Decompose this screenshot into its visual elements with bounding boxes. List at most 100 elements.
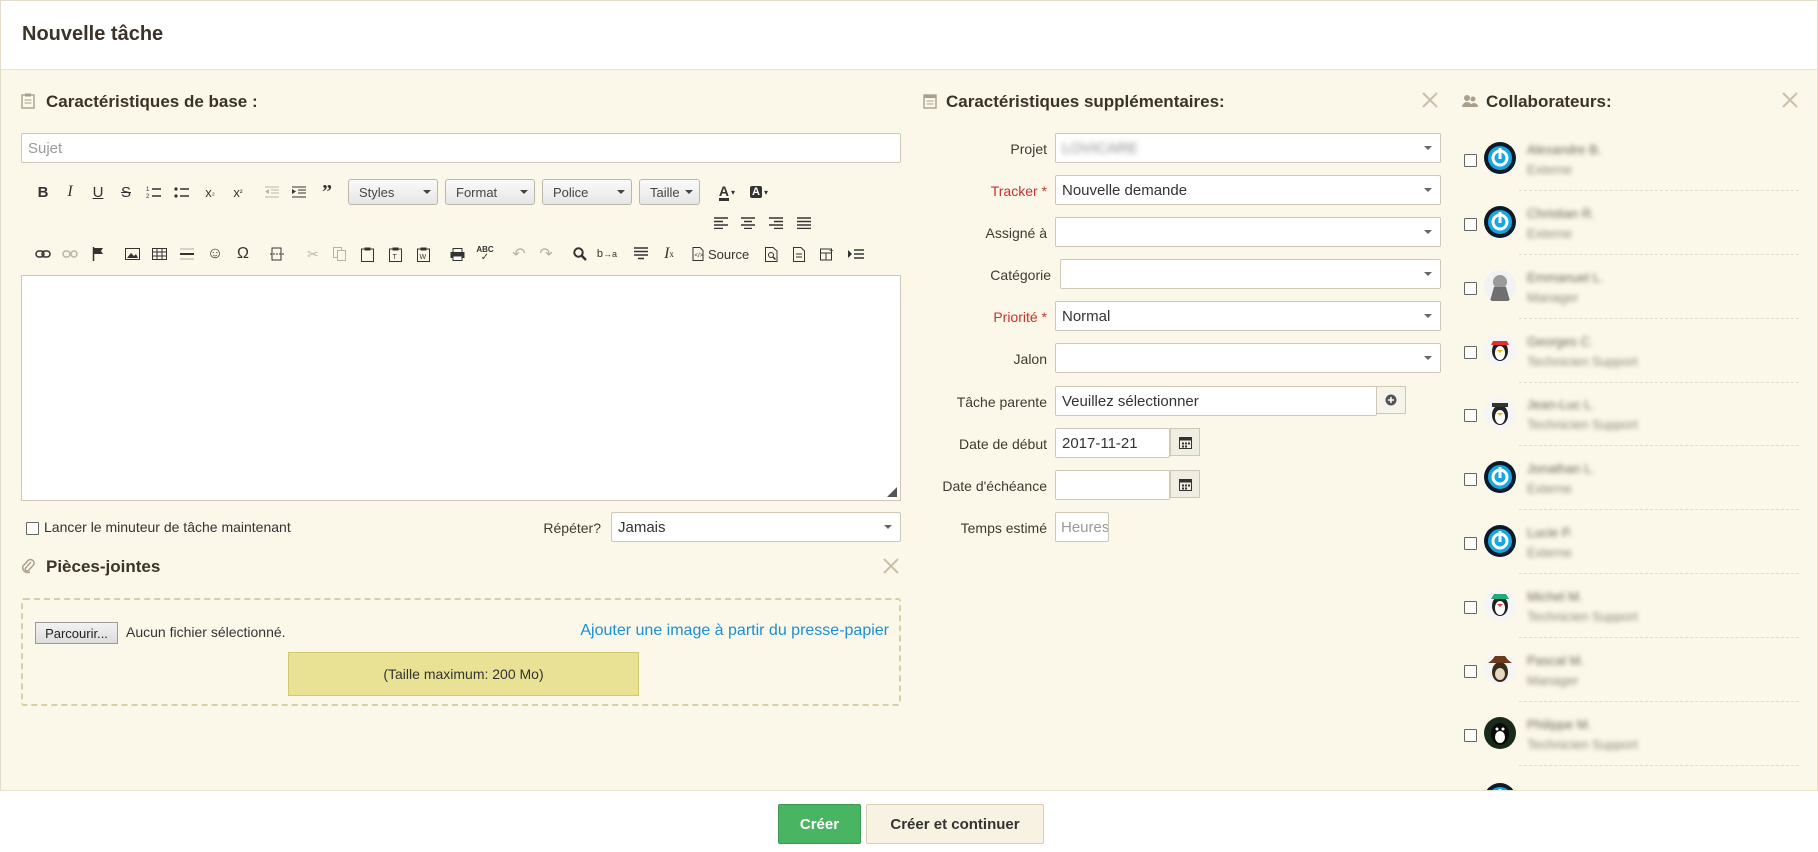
- font-combo[interactable]: Police: [542, 179, 632, 205]
- size-combo-label: Taille: [650, 184, 680, 200]
- document-icon[interactable]: [788, 243, 810, 265]
- collaborator-item[interactable]: Christian R. Externe: [1459, 192, 1799, 255]
- paste-word-icon[interactable]: W: [412, 243, 434, 265]
- additional-section-title: Caractéristiques supplémentaires:: [946, 92, 1225, 111]
- calendar-list-icon: [923, 94, 937, 109]
- size-combo[interactable]: Taille: [639, 179, 700, 205]
- estimate-input[interactable]: Heures: [1055, 512, 1109, 542]
- collaborator-item[interactable]: Philippe M. Technicien Support: [1459, 703, 1799, 766]
- underline-button[interactable]: U: [87, 181, 109, 203]
- calendar-icon: [1178, 436, 1192, 449]
- browse-button[interactable]: Parcourir...: [35, 622, 118, 644]
- subject-input[interactable]: Sujet: [21, 133, 901, 163]
- start-date-calendar-button[interactable]: [1170, 428, 1200, 456]
- horizontal-rule-icon[interactable]: [176, 243, 198, 265]
- collaborator-checkbox[interactable]: [1464, 729, 1477, 742]
- paste-icon[interactable]: [356, 243, 378, 265]
- collaborator-checkbox[interactable]: [1464, 218, 1477, 231]
- outdent-button[interactable]: [261, 181, 283, 203]
- resize-grip-icon[interactable]: [887, 487, 897, 497]
- blockquote-button[interactable]: ”: [316, 181, 338, 203]
- collaborator-checkbox[interactable]: [1464, 409, 1477, 422]
- superscript-button[interactable]: x²: [227, 181, 249, 203]
- preview-icon[interactable]: [760, 243, 782, 265]
- bold-button[interactable]: B: [32, 181, 54, 203]
- styles-combo[interactable]: Styles: [348, 179, 438, 205]
- assignee-select[interactable]: [1055, 217, 1441, 247]
- priority-select[interactable]: Normal: [1055, 301, 1441, 331]
- category-select[interactable]: [1060, 259, 1441, 289]
- italic-button[interactable]: I: [59, 181, 81, 203]
- collaborator-checkbox[interactable]: [1464, 154, 1477, 167]
- collaborator-checkbox[interactable]: [1464, 601, 1477, 614]
- close-icon[interactable]: [1781, 91, 1799, 109]
- due-date-input[interactable]: [1055, 470, 1170, 500]
- collaborator-item[interactable]: Lucie P. Externe: [1459, 511, 1799, 574]
- background-color-button[interactable]: A ▾: [746, 181, 772, 203]
- paste-text-icon[interactable]: T: [384, 243, 406, 265]
- project-select[interactable]: LOVICARE: [1055, 133, 1441, 163]
- anchor-flag-icon[interactable]: [87, 243, 109, 265]
- redo-icon[interactable]: ↷: [535, 243, 557, 265]
- start-date-input[interactable]: 2017-11-21: [1055, 428, 1170, 458]
- link-icon[interactable]: [32, 243, 54, 265]
- collaborator-item[interactable]: Alexandre B. Externe: [1459, 128, 1799, 191]
- numbered-list-button[interactable]: 12: [143, 181, 165, 203]
- remove-format-icon[interactable]: Ix: [658, 243, 680, 265]
- strikethrough-button[interactable]: S: [115, 181, 137, 203]
- parent-task-input[interactable]: Veuillez sélectionner: [1055, 386, 1377, 416]
- copy-icon[interactable]: [328, 243, 350, 265]
- paste-image-link[interactable]: Ajouter une image à partir du presse-pap…: [580, 622, 889, 640]
- repeat-select[interactable]: Jamais: [611, 512, 901, 542]
- collaborator-item[interactable]: Michel M. Technicien Support: [1459, 575, 1799, 638]
- templates-icon[interactable]: +: [816, 243, 838, 265]
- format-combo[interactable]: Format: [445, 179, 535, 205]
- align-left-button[interactable]: [710, 212, 732, 234]
- tracker-select[interactable]: Nouvelle demande: [1055, 175, 1441, 205]
- create-continue-button[interactable]: Créer et continuer: [866, 804, 1044, 844]
- select-all-icon[interactable]: [630, 243, 652, 265]
- unlink-icon[interactable]: [59, 243, 81, 265]
- print-icon[interactable]: [446, 243, 468, 265]
- milestone-select[interactable]: [1055, 343, 1441, 373]
- due-date-calendar-button[interactable]: [1170, 470, 1200, 498]
- timer-checkbox[interactable]: [26, 522, 39, 535]
- special-char-icon[interactable]: Ω: [232, 243, 254, 265]
- undo-icon[interactable]: ↶: [508, 243, 530, 265]
- show-blocks-icon[interactable]: [845, 243, 867, 265]
- text-color-button[interactable]: A ▾: [714, 181, 740, 203]
- create-button[interactable]: Créer: [778, 804, 861, 844]
- collaborator-item[interactable]: Georges C. Technicien Support: [1459, 320, 1799, 383]
- subscript-button[interactable]: x₂: [199, 181, 221, 203]
- close-icon[interactable]: [1421, 91, 1439, 109]
- add-parent-button[interactable]: [1376, 386, 1406, 414]
- collaborator-checkbox[interactable]: [1464, 665, 1477, 678]
- collaborator-checkbox[interactable]: [1464, 473, 1477, 486]
- collaborator-checkbox[interactable]: [1464, 346, 1477, 359]
- indent-button[interactable]: [288, 181, 310, 203]
- bullet-list-button[interactable]: [171, 181, 193, 203]
- find-icon[interactable]: [569, 243, 591, 265]
- collaborator-item[interactable]: Jean-Luc L. Technicien Support: [1459, 383, 1799, 446]
- justify-button[interactable]: [793, 212, 815, 234]
- collaborator-item[interactable]: Jonathan L. Externe: [1459, 447, 1799, 510]
- spellcheck-icon[interactable]: ABC ✓: [474, 243, 496, 265]
- collaborator-item[interactable]: Pascal M. Manager: [1459, 639, 1799, 702]
- table-icon[interactable]: [148, 243, 170, 265]
- source-button[interactable]: </> Source: [692, 243, 754, 265]
- attachment-dropzone[interactable]: Parcourir... Aucun fichier sélectionné. …: [21, 598, 901, 706]
- replace-icon[interactable]: b →a: [596, 243, 618, 265]
- align-center-button[interactable]: [737, 212, 759, 234]
- page-break-icon[interactable]: [266, 243, 288, 265]
- cut-icon[interactable]: ✂: [302, 243, 324, 265]
- plus-circle-icon: [1385, 394, 1397, 406]
- collaborator-item[interactable]: Emmanuel L. Manager: [1459, 256, 1799, 319]
- image-icon[interactable]: [121, 243, 143, 265]
- max-size-notice: (Taille maximum: 200 Mo): [288, 652, 639, 696]
- smiley-icon[interactable]: ☺: [204, 243, 226, 265]
- collaborator-checkbox[interactable]: [1464, 537, 1477, 550]
- align-right-button[interactable]: [765, 212, 787, 234]
- close-icon[interactable]: [882, 557, 900, 575]
- collaborator-checkbox[interactable]: [1464, 282, 1477, 295]
- description-editor[interactable]: [21, 275, 901, 501]
